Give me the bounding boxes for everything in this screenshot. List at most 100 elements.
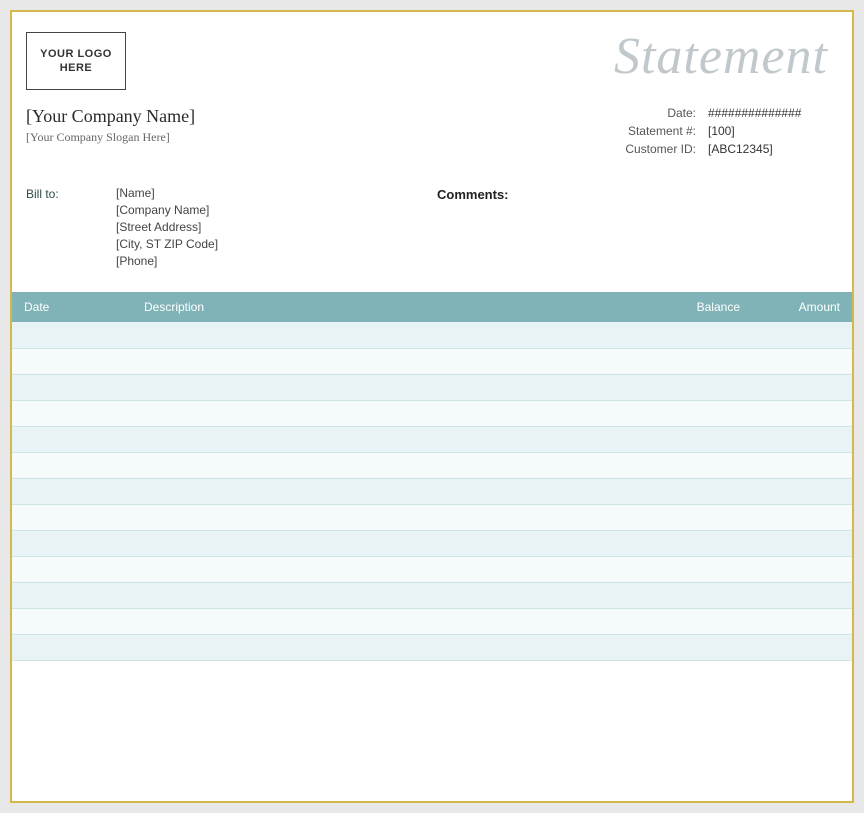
cell-date [12,348,132,374]
bill-to-company: [Company Name] [116,203,218,217]
company-slogan: [Your Company Slogan Here] [26,130,195,145]
table-row [12,608,852,634]
cell-desc [132,582,632,608]
cell-amount [752,478,852,504]
bill-to-city: [City, ST ZIP Code] [116,237,218,251]
header-section: YOUR LOGO HERE Statement [12,12,852,100]
meta-info: Date: ############## Statement #: [100] … [608,106,828,156]
cell-balance [632,530,752,556]
cell-date [12,608,132,634]
cell-balance [632,478,752,504]
cell-balance [632,426,752,452]
logo-text: YOUR LOGO HERE [40,47,112,76]
table-row [12,530,852,556]
cell-desc [132,322,632,348]
cell-amount [752,556,852,582]
table-row [12,556,852,582]
cell-desc [132,374,632,400]
cell-date [12,400,132,426]
table-row [12,452,852,478]
company-info-section: [Your Company Name] [Your Company Slogan… [12,100,852,166]
table-body [12,322,852,660]
customer-row: Customer ID: [ABC12345] [608,142,828,156]
cell-amount [752,634,852,660]
bill-to-details: [Name] [Company Name] [Street Address] [… [116,186,218,268]
cell-desc [132,348,632,374]
cell-balance [632,400,752,426]
cell-date [12,556,132,582]
customer-label: Customer ID: [608,142,708,156]
bill-to-phone: [Phone] [116,254,218,268]
col-header-balance: Balance [632,292,752,322]
cell-amount [752,582,852,608]
bill-to-area: Bill to: [Name] [Company Name] [Street A… [26,186,417,268]
table-row [12,374,852,400]
cell-balance [632,608,752,634]
cell-desc [132,556,632,582]
cell-date [12,478,132,504]
cell-balance [632,634,752,660]
bill-comments-section: Bill to: [Name] [Company Name] [Street A… [12,166,852,292]
table-header-row: Date Description Balance Amount [12,292,852,322]
date-row: Date: ############## [608,106,828,120]
statement-table: Date Description Balance Amount [12,292,852,661]
bill-to-name: [Name] [116,186,218,200]
cell-desc [132,426,632,452]
col-header-desc: Description [132,292,632,322]
statement-value: [100] [708,124,828,138]
cell-amount [752,452,852,478]
cell-amount [752,400,852,426]
cell-date [12,530,132,556]
cell-desc [132,634,632,660]
company-name: [Your Company Name] [26,106,195,127]
cell-date [12,426,132,452]
date-value: ############## [708,106,828,120]
table-row [12,478,852,504]
cell-date [12,582,132,608]
table-row [12,322,852,348]
cell-desc [132,452,632,478]
logo-box: YOUR LOGO HERE [26,32,126,90]
cell-amount [752,374,852,400]
table-row [12,504,852,530]
cell-amount [752,426,852,452]
cell-date [12,452,132,478]
table-row [12,400,852,426]
cell-amount [752,322,852,348]
table-section: Date Description Balance Amount [12,292,852,661]
cell-desc [132,400,632,426]
cell-date [12,374,132,400]
company-left: [Your Company Name] [Your Company Slogan… [26,106,195,145]
cell-desc [132,530,632,556]
customer-value: [ABC12345] [708,142,828,156]
cell-balance [632,322,752,348]
cell-amount [752,608,852,634]
cell-date [12,504,132,530]
comments-label: Comments: [437,187,509,202]
col-header-date: Date [12,292,132,322]
cell-date [12,634,132,660]
comments-area: Comments: [417,186,828,268]
cell-balance [632,556,752,582]
cell-balance [632,582,752,608]
cell-balance [632,504,752,530]
col-header-amount: Amount [752,292,852,322]
cell-desc [132,478,632,504]
cell-balance [632,348,752,374]
table-row [12,426,852,452]
cell-amount [752,530,852,556]
statement-title: Statement [614,27,828,86]
statement-label: Statement #: [608,124,708,138]
cell-desc [132,504,632,530]
statement-row: Statement #: [100] [608,124,828,138]
table-row [12,582,852,608]
cell-amount [752,504,852,530]
date-label: Date: [608,106,708,120]
table-row [12,348,852,374]
cell-date [12,322,132,348]
cell-balance [632,452,752,478]
cell-amount [752,348,852,374]
cell-desc [132,608,632,634]
statement-page: YOUR LOGO HERE Statement [Your Company N… [10,10,854,803]
table-row [12,634,852,660]
